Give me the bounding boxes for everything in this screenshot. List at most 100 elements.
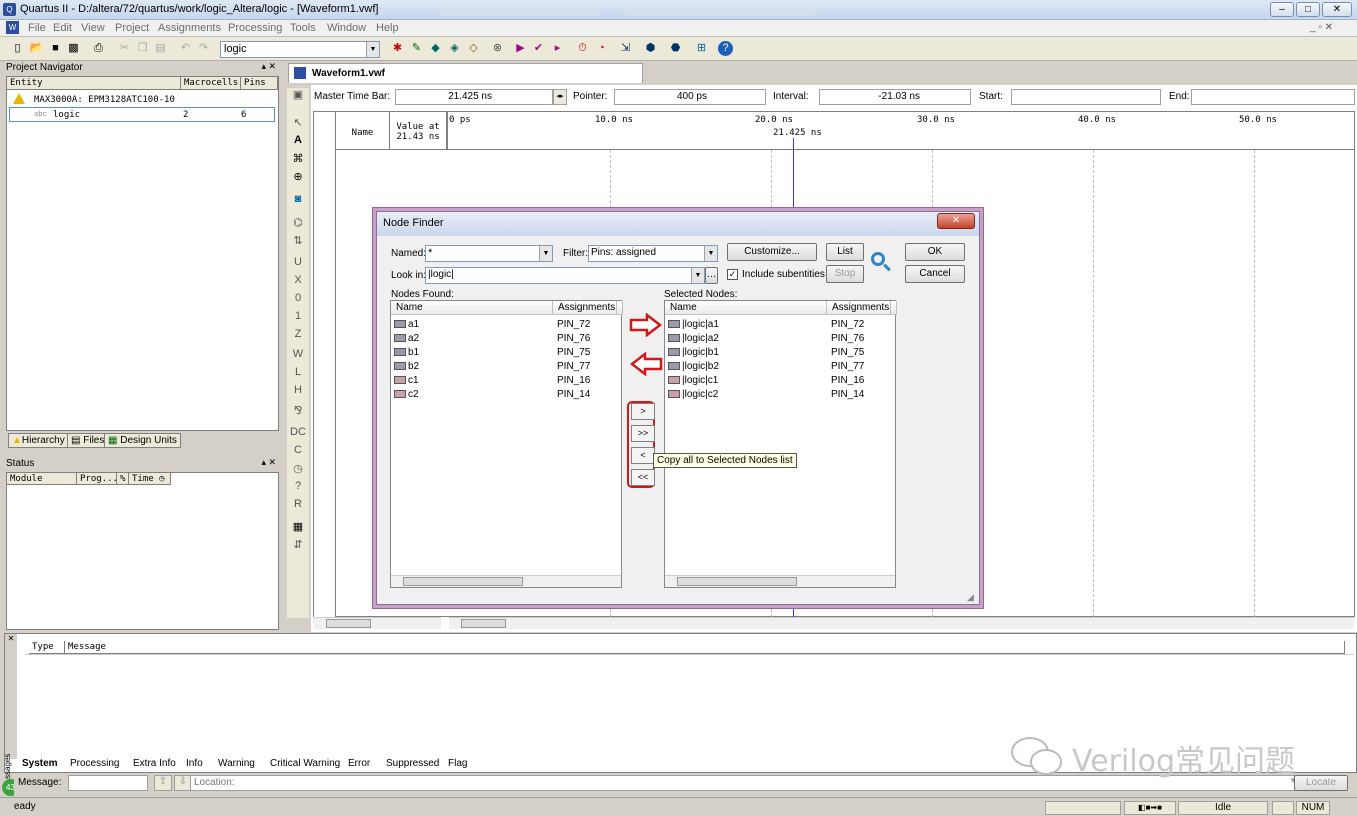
col-message[interactable]: Message xyxy=(65,641,1345,654)
weak-low-icon[interactable]: W xyxy=(290,348,306,364)
snap-grid-icon[interactable]: ▦ xyxy=(290,520,306,536)
rtl-viewer-icon[interactable]: ⬢ xyxy=(643,41,658,56)
paste-icon[interactable]: ▤ xyxy=(153,41,168,56)
copy-to-selected-button[interactable]: > xyxy=(631,403,655,420)
clock-value-icon[interactable]: ◷ xyxy=(290,462,306,478)
redo-icon[interactable]: ↷ xyxy=(196,41,211,56)
chevron-down-icon[interactable]: ▼ xyxy=(539,246,552,261)
start-compile-icon[interactable]: ▶ xyxy=(513,41,528,56)
found-row[interactable]: c1 PIN_16 xyxy=(391,374,621,387)
sort-icon[interactable]: ⇵ xyxy=(290,538,306,554)
invert-icon[interactable]: ⅋ xyxy=(290,404,306,420)
col-progress[interactable]: Prog... xyxy=(77,473,118,485)
named-combo[interactable]: * ▼ xyxy=(425,245,553,262)
text-tool-icon[interactable]: A xyxy=(290,134,306,150)
tab-files[interactable]: ▤ Files xyxy=(67,433,109,448)
selected-row[interactable]: |logic|c2 PIN_14 xyxy=(665,388,895,401)
selected-row[interactable]: |logic|a2 PIN_76 xyxy=(665,332,895,345)
synthesis-icon[interactable]: ▸ xyxy=(550,41,565,56)
save-all-icon[interactable]: ▩ xyxy=(66,41,81,56)
menu-window[interactable]: Window xyxy=(327,22,366,34)
random-value-icon[interactable]: R xyxy=(290,498,306,514)
stop-button[interactable]: Stop xyxy=(826,265,864,283)
help-icon[interactable]: ? xyxy=(718,41,733,56)
selected-row[interactable]: |logic|c1 PIN_16 xyxy=(665,374,895,387)
remove-from-selected-button[interactable]: < xyxy=(631,447,655,464)
name-scrollbar[interactable] xyxy=(314,617,441,629)
save-icon[interactable]: ■ xyxy=(48,41,63,56)
new-file-icon[interactable]: ▯ xyxy=(10,41,25,56)
found-col-name[interactable]: Name xyxy=(391,301,553,315)
selected-row[interactable]: |logic|a1 PIN_72 xyxy=(665,318,895,331)
chevron-down-icon[interactable]: ▼ xyxy=(704,246,717,261)
found-row[interactable]: c2 PIN_14 xyxy=(391,388,621,401)
copy-all-to-selected-button[interactable]: >> xyxy=(631,425,655,442)
assignment-editor-icon[interactable]: ✱ xyxy=(390,41,405,56)
include-subentities-checkbox[interactable]: ✓ xyxy=(727,269,738,280)
found-col-more[interactable] xyxy=(617,301,623,315)
print-icon[interactable]: ⎙ xyxy=(91,41,106,56)
panel-controls[interactable]: ▴ ✕ xyxy=(261,457,276,468)
col-entity[interactable]: Entity xyxy=(7,77,181,90)
menu-file[interactable]: File xyxy=(28,22,46,34)
entity-row-logic[interactable]: abc logic 2 6 xyxy=(9,107,275,122)
menu-assignments[interactable]: Assignments xyxy=(158,22,221,34)
message-tab[interactable]: Warning xyxy=(218,758,255,769)
dialog-close-button[interactable]: ✕ xyxy=(937,213,975,229)
list-button[interactable]: List xyxy=(826,243,864,261)
col-macrocells[interactable]: Macrocells xyxy=(181,77,241,90)
selected-col-assignments[interactable]: Assignments xyxy=(827,301,891,315)
timing-analyzer-icon[interactable]: ◔ xyxy=(594,41,609,56)
project-combo[interactable]: logic ▼ xyxy=(220,41,380,58)
unknown-icon[interactable]: X xyxy=(290,274,306,290)
open-folder-icon[interactable]: 📂 xyxy=(29,41,44,56)
tab-design-units[interactable]: ▦ Design Units xyxy=(104,433,181,448)
selection-tool-icon[interactable]: ↖ xyxy=(290,116,306,132)
time-ruler[interactable]: 0 ps 10.0 ns 20.0 ns 30.0 ns 40.0 ns 50.… xyxy=(448,112,1354,150)
menu-view[interactable]: View xyxy=(81,22,105,34)
maximize-button[interactable]: □ xyxy=(1296,2,1320,17)
floorplan-icon[interactable]: ◇ xyxy=(466,41,481,56)
low-icon[interactable]: 0 xyxy=(290,292,306,308)
replace-icon[interactable]: ⇅ xyxy=(290,234,306,250)
waveform-tab[interactable]: Waveform1.vwf xyxy=(288,63,643,83)
resize-grip[interactable]: ◢ xyxy=(967,592,974,603)
high-z-icon[interactable]: Z xyxy=(290,328,306,344)
found-col-assignments[interactable]: Assignments xyxy=(553,301,617,315)
filter-combo[interactable]: Pins: assigned ▼ xyxy=(588,245,718,262)
col-percent[interactable]: % xyxy=(117,473,129,485)
ok-button[interactable]: OK xyxy=(905,243,965,261)
selected-row[interactable]: |logic|b1 PIN_75 xyxy=(665,346,895,359)
weak-icon[interactable]: L xyxy=(290,366,306,382)
col-value-header[interactable]: Value at 21.43 ns xyxy=(390,112,448,150)
menu-help[interactable]: Help xyxy=(376,22,399,34)
timing-icon[interactable]: ⏱ xyxy=(575,41,590,56)
undo-icon[interactable]: ↶ xyxy=(178,41,193,56)
close-button[interactable]: ✕ xyxy=(1322,2,1352,17)
find-icon[interactable]: ⌬ xyxy=(290,216,306,232)
weak-high-icon[interactable]: H xyxy=(290,384,306,400)
found-row[interactable]: b1 PIN_75 xyxy=(391,346,621,359)
master-time-nav-button[interactable]: ◂▸ xyxy=(553,89,567,105)
message-tab[interactable]: System xyxy=(22,758,58,769)
uninit-icon[interactable]: U xyxy=(290,256,306,272)
found-row[interactable]: a2 PIN_76 xyxy=(391,332,621,345)
waveform-editor-icon[interactable]: ▣ xyxy=(290,88,306,104)
message-field[interactable] xyxy=(68,775,148,791)
col-time[interactable]: Time ◷ xyxy=(129,473,171,485)
found-row[interactable]: b2 PIN_77 xyxy=(391,360,621,373)
message-tab[interactable]: Critical Warning xyxy=(270,758,340,769)
message-tab[interactable]: Suppressed xyxy=(386,758,439,769)
found-scrollbar[interactable] xyxy=(391,575,621,587)
col-type[interactable]: Type xyxy=(29,641,65,654)
pointer-field[interactable]: 400 ps xyxy=(614,89,766,105)
menu-tools[interactable]: Tools xyxy=(290,22,316,34)
look-in-combo[interactable]: |logic| ▼ xyxy=(425,267,705,284)
panel-controls[interactable]: ▴ ✕ xyxy=(261,61,276,72)
selected-col-name[interactable]: Name xyxy=(665,301,827,315)
dont-care-icon[interactable]: DC xyxy=(290,426,306,442)
waveform-edit-icon[interactable]: ⌘ xyxy=(290,152,306,168)
message-tab[interactable]: Info xyxy=(186,758,203,769)
zoom-icon[interactable]: ⊕ xyxy=(290,170,306,186)
menu-project[interactable]: Project xyxy=(115,22,149,34)
